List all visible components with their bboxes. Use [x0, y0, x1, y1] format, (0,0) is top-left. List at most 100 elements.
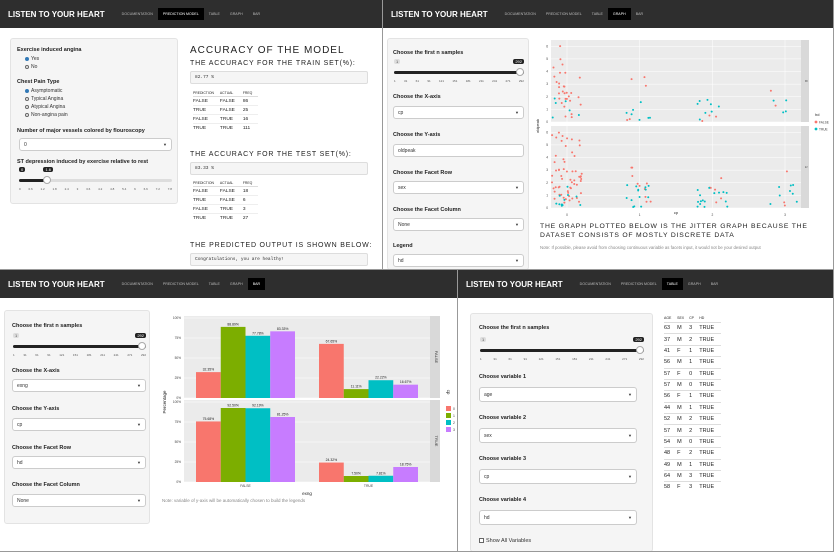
data-point: [774, 104, 777, 107]
y-axis-label: Choose the Y-axis: [12, 406, 60, 412]
graph-note: Note: If possible, please avoid from cho…: [540, 245, 761, 250]
table-cell: 16: [242, 114, 259, 124]
tab-bar[interactable]: BAR: [706, 278, 723, 290]
data-point: [706, 98, 709, 101]
checkbox-icon[interactable]: [479, 538, 484, 544]
tab-bar[interactable]: BAR: [247, 278, 266, 290]
y-axis-select[interactable]: oldpeak: [393, 144, 524, 157]
radio-icon[interactable]: [25, 112, 29, 117]
show-all-checkbox[interactable]: Show All Variables: [479, 538, 531, 544]
data-point: [558, 194, 561, 197]
column-header[interactable]: AGE: [664, 314, 677, 323]
tab-table[interactable]: TABLE: [204, 8, 225, 20]
x-axis-select[interactable]: cp ▼: [393, 106, 524, 119]
data-point: [565, 91, 568, 94]
radio-icon[interactable]: [25, 104, 29, 109]
table-row: 63 M 3 TRUE: [664, 321, 722, 334]
caret-down-icon: ▼: [515, 110, 519, 115]
legend-select[interactable]: hd ▼: [393, 254, 524, 267]
table-cell: TRUE: [699, 469, 722, 482]
table-row: 64 M 3 TRUE: [664, 469, 722, 482]
st-slider[interactable]: 0 1.6 0 0.6 1.2 1.8 2.4 3 3.6 4.2 4.8 5.4 6 6.6 7.2 7…: [19, 167, 172, 191]
data-point: [558, 82, 561, 85]
radio-icon[interactable]: [25, 64, 29, 69]
graph-sidebar: Choose the first n samples 1 292 1 31 61 91…: [387, 38, 529, 269]
data-point: [785, 99, 788, 102]
input-sidebar: Exercise induced angina Yes No Chest Pai…: [10, 38, 178, 204]
angina-option-yes[interactable]: Yes: [25, 56, 39, 62]
samples-slider[interactable]: 1 292 1 31 61 91 121 151 181 211 241 271 292: [394, 59, 524, 83]
var4-select[interactable]: hd ▼: [479, 510, 637, 525]
tab-documentation[interactable]: DOCUMENTATION: [117, 8, 158, 20]
facet-panel: [551, 126, 801, 208]
bar-value-label: 83.33%: [277, 327, 289, 331]
cp-option-non-angina[interactable]: Non-angina pain: [25, 112, 68, 118]
tab-prediction-model[interactable]: PREDICTION MODEL: [158, 278, 204, 290]
tab-graph[interactable]: GRAPH: [607, 8, 631, 20]
facet-row-select[interactable]: hd ▼: [12, 456, 146, 469]
vessels-select[interactable]: 0 ▼: [19, 138, 172, 151]
table-cell: TRUE: [219, 213, 243, 222]
slider-tick-label: 211: [100, 353, 106, 357]
slider-handle[interactable]: [516, 68, 524, 76]
slider-handle[interactable]: [636, 346, 644, 354]
data-point: [709, 103, 712, 106]
tab-bar[interactable]: BAR: [248, 8, 265, 20]
tab-documentation[interactable]: DOCUMENTATION: [575, 278, 616, 290]
slider-tick-label: 61: [508, 357, 512, 361]
column-header[interactable]: SEX: [677, 314, 689, 323]
bar: [368, 380, 394, 398]
slider-tick-label: 91: [523, 357, 527, 361]
cp-option-atypical[interactable]: Atypical Angina: [25, 104, 65, 110]
column-header[interactable]: HD: [699, 314, 721, 323]
facet-strip-label: TRUE: [434, 436, 439, 447]
facet-col-select[interactable]: None ▼: [393, 218, 524, 231]
tab-table[interactable]: TABLE: [661, 278, 683, 290]
samples-slider[interactable]: 1 292 1 31 61 91 121 151 181 211 241 271 292: [13, 333, 146, 357]
samples-slider[interactable]: 1 292 1 31 61 91 121 151 181 211 241 271 292: [480, 337, 644, 361]
tab-documentation[interactable]: DOCUMENTATION: [117, 278, 158, 290]
tab-bar[interactable]: BAR: [631, 8, 648, 20]
table-cell: 64: [664, 469, 678, 482]
slider-tick-label: 0: [19, 187, 21, 191]
column-header[interactable]: CP: [689, 314, 699, 323]
tab-graph[interactable]: GRAPH: [225, 278, 248, 290]
facet-row-select[interactable]: sex ▼: [393, 181, 524, 194]
x-tick-label: FALSE: [240, 484, 251, 488]
data-point: [792, 184, 795, 187]
data-point: [552, 187, 555, 190]
cp-option-typical[interactable]: Typical Angina: [25, 96, 63, 102]
tab-table[interactable]: TABLE: [204, 278, 225, 290]
caret-down-icon: ▼: [628, 433, 632, 438]
tab-graph[interactable]: GRAPH: [225, 8, 248, 20]
table-cell: 57: [664, 367, 678, 380]
tab-prediction-model[interactable]: PREDICTION MODEL: [616, 278, 662, 290]
tab-documentation[interactable]: DOCUMENTATION: [500, 8, 541, 20]
y-axis-select[interactable]: cp ▼: [12, 418, 146, 431]
table-cell: 57: [664, 424, 678, 437]
facet-col-select[interactable]: None ▼: [12, 494, 146, 507]
bar: [220, 326, 246, 398]
tab-table[interactable]: TABLE: [587, 8, 608, 20]
tab-graph[interactable]: GRAPH: [683, 278, 706, 290]
caret-down-icon: ▼: [137, 422, 141, 427]
var1-select[interactable]: age ▼: [479, 387, 637, 402]
radio-icon[interactable]: [25, 56, 29, 61]
var3-select[interactable]: cp ▼: [479, 469, 637, 484]
table-cell: FALSE: [219, 105, 243, 115]
radio-icon[interactable]: [25, 96, 29, 101]
slider-handle[interactable]: [138, 342, 146, 350]
var2-select[interactable]: sex ▼: [479, 428, 637, 443]
cp-option-asymptomatic[interactable]: Asymptomatic: [25, 88, 62, 94]
bar: [270, 331, 295, 398]
y-tick-label: 1: [546, 107, 548, 111]
tab-prediction-model[interactable]: PREDICTION MODEL: [157, 8, 204, 20]
angina-option-no[interactable]: No: [25, 64, 37, 70]
data-point: [628, 118, 631, 121]
radio-icon[interactable]: [25, 88, 29, 93]
x-axis-select[interactable]: exng ▼: [12, 379, 146, 392]
slider-handle[interactable]: [43, 176, 52, 184]
panel-graph: LISTEN TO YOUR HEART DOCUMENTATION PREDI…: [383, 0, 834, 270]
data-point: [560, 203, 563, 206]
tab-prediction-model[interactable]: PREDICTION MODEL: [541, 8, 587, 20]
